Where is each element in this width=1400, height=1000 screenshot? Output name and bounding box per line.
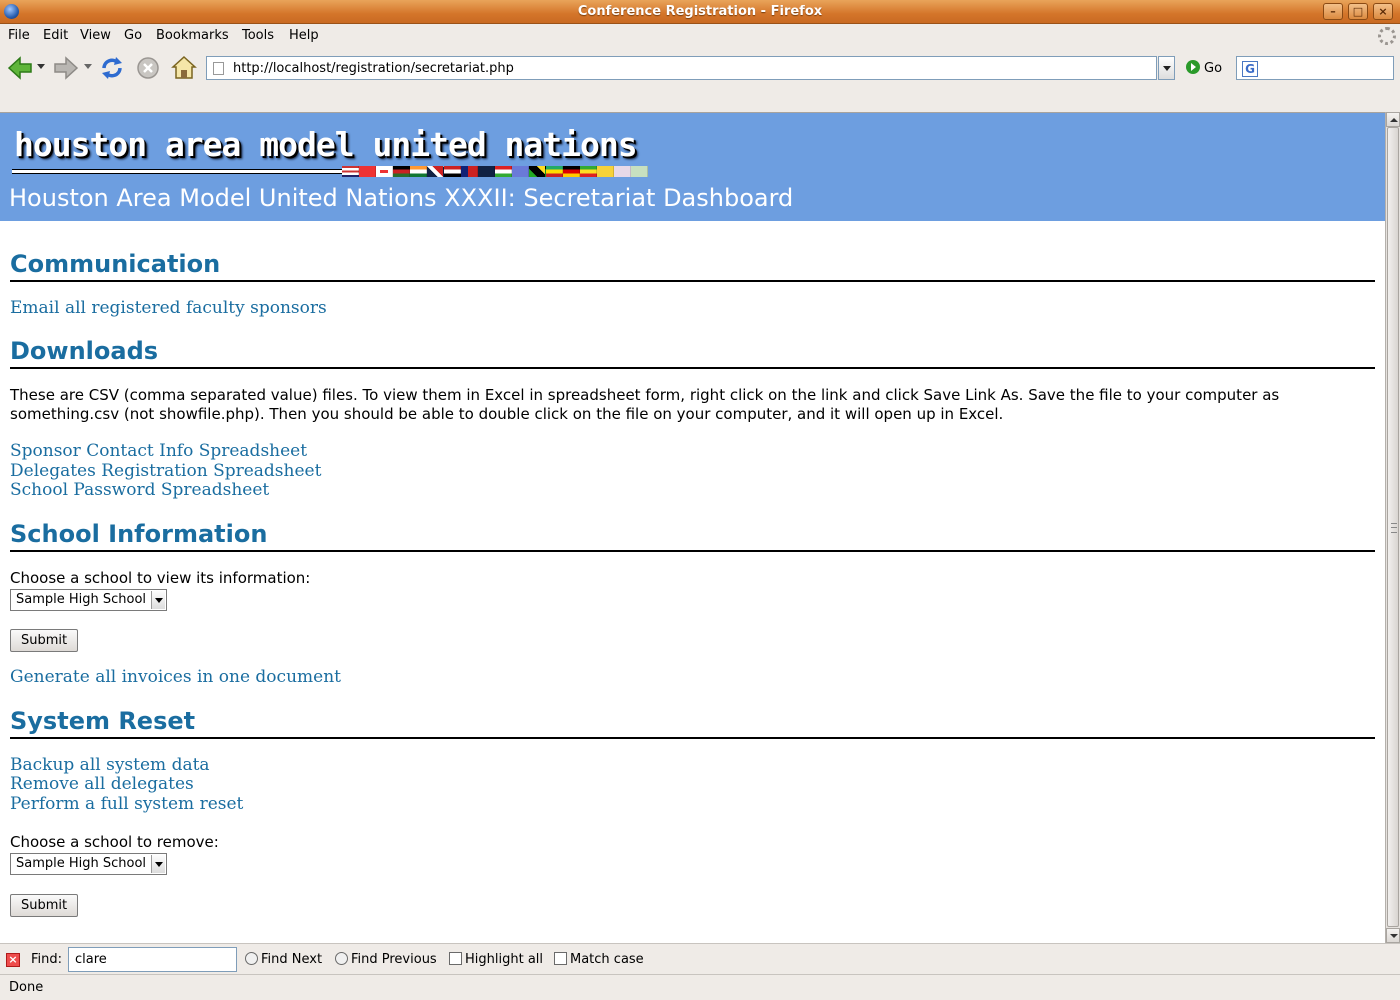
match-case-label: Match case [570,952,644,967]
remove-delegates-link[interactable]: Remove all delegates [10,774,194,795]
forward-dropdown-icon[interactable] [84,64,93,92]
menu-help[interactable]: Help [289,28,319,43]
highlight-all-button[interactable]: Highlight all [449,952,543,967]
scroll-up-icon[interactable] [1386,112,1400,127]
menu-edit[interactable]: Edit [43,28,68,43]
full-system-reset-link[interactable]: Perform a full system reset [10,794,243,815]
chevron-down-icon [151,591,165,609]
vertical-scrollbar[interactable] [1385,112,1400,943]
remove-school-selected: Sample High School [16,856,147,871]
url-bar[interactable]: http://localhost/registration/secretaria… [206,56,1157,80]
school-password-spreadsheet-link[interactable]: School Password Spreadsheet [10,480,269,501]
google-search-icon[interactable]: G [1242,61,1258,77]
remove-school-label: Choose a school to remove: [10,833,219,851]
menu-file[interactable]: File [8,28,30,43]
menu-go[interactable]: Go [124,28,142,43]
email-sponsors-link[interactable]: Email all registered faculty sponsors [10,298,327,319]
flags-strip [342,166,648,177]
downloads-heading: Downloads [10,336,1375,369]
school-info-selected: Sample High School [16,592,147,607]
search-bar[interactable]: G [1236,56,1394,80]
menu-tools[interactable]: Tools [242,28,274,43]
checkbox-icon [554,952,567,965]
status-text: Done [9,980,44,995]
find-next-label: Find Next [261,952,323,967]
url-history-dropdown[interactable] [1158,56,1175,80]
menubar: File Edit View Go Bookmarks Tools Help [0,24,1400,48]
remove-school-select[interactable]: Sample High School [10,853,167,875]
find-bar: × Find: clare Find Next Find Previous Hi… [0,943,1400,974]
delegates-registration-spreadsheet-link[interactable]: Delegates Registration Spreadsheet [10,461,321,482]
highlight-all-label: Highlight all [465,952,544,967]
throbber-icon [1378,27,1396,45]
window-titlebar: Conference Registration - Firefox – □ × [0,0,1400,24]
go-button[interactable]: Go [1186,60,1222,76]
go-icon [1186,60,1200,74]
communication-heading: Communication [10,249,1375,282]
site-logo: houston area model united nations [14,125,638,164]
find-label: Find: [31,952,63,967]
reload-icon[interactable] [98,54,126,82]
maximize-button[interactable]: □ [1348,3,1368,20]
chevron-down-icon [151,855,165,873]
school-info-submit-button[interactable]: Submit [10,629,79,652]
downloads-description: These are CSV (comma separated value) fi… [10,386,1280,423]
school-info-label: Choose a school to view its information: [10,569,311,587]
remove-school-submit-button[interactable]: Submit [10,894,79,917]
scrollbar-thumb[interactable] [1387,127,1399,927]
highlight-icon [449,952,462,965]
find-query[interactable]: clare [75,952,107,967]
minimize-button[interactable]: – [1323,3,1343,20]
go-label: Go [1204,61,1223,76]
sponsor-contact-spreadsheet-link[interactable]: Sponsor Contact Info Spreadsheet [10,441,307,462]
home-icon[interactable] [170,54,198,82]
window-title: Conference Registration - Firefox [577,4,823,19]
generate-invoices-link[interactable]: Generate all invoices in one document [10,667,341,688]
url-text[interactable]: http://localhost/registration/secretaria… [233,61,514,76]
school-information-heading: School Information [10,519,1375,552]
find-next-icon [245,952,258,965]
find-input[interactable]: clare [68,947,237,972]
system-reset-heading: System Reset [10,706,1375,739]
logo-underline [12,169,342,174]
stop-icon[interactable] [134,54,162,82]
status-bar: Done [0,974,1400,1000]
back-arrow-icon[interactable] [6,54,34,82]
find-previous-icon [335,952,348,965]
match-case-checkbox[interactable]: Match case [554,952,644,967]
scroll-down-icon[interactable] [1386,928,1400,943]
page-title: Houston Area Model United Nations XXXII:… [9,184,794,212]
find-previous-label: Find Previous [351,952,437,967]
close-icon[interactable]: × [6,953,20,967]
forward-arrow-icon[interactable] [52,54,80,82]
menu-view[interactable]: View [80,28,111,43]
find-next-button[interactable]: Find Next [245,952,322,967]
page-icon [213,62,224,75]
backup-data-link[interactable]: Backup all system data [10,755,210,776]
navigation-toolbar: http://localhost/registration/secretaria… [0,48,1400,88]
school-info-select[interactable]: Sample High School [10,589,167,611]
site-banner: houston area model united nations Housto… [0,113,1385,221]
menu-bookmarks[interactable]: Bookmarks [156,28,229,43]
find-previous-button[interactable]: Find Previous [335,952,437,967]
grip-icon [1391,523,1397,533]
close-window-button[interactable]: × [1373,3,1393,20]
back-dropdown-icon[interactable] [37,64,46,92]
